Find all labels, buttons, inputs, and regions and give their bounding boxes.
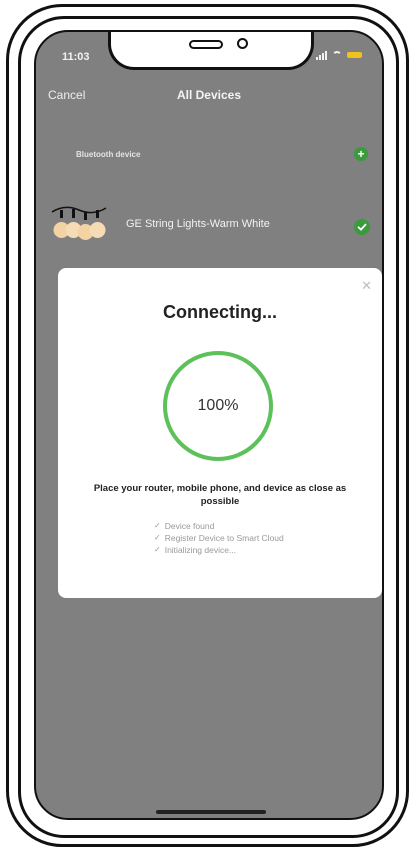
step-item: ✓ Device found — [154, 520, 284, 532]
step-label: Initializing device... — [164, 545, 237, 555]
phone-illustration: 11:03 Cancel All Devices Bluetooth devic… — [0, 0, 417, 853]
section-header: Bluetooth device — [76, 150, 141, 159]
device-list-item[interactable]: GE String Lights-Warm White — [36, 200, 382, 246]
dialog-title: Connecting... — [163, 302, 277, 322]
step-label: Device found — [164, 521, 215, 531]
checkmark-icon: ✓ — [154, 521, 161, 530]
check-icon — [354, 219, 370, 235]
progress-percentage: 100% — [197, 397, 239, 414]
notch — [108, 32, 314, 70]
camera-icon — [237, 38, 248, 49]
checkmark-icon: ✓ — [154, 545, 161, 554]
step-item: ✓ Initializing device... — [154, 544, 284, 556]
close-icon[interactable]: ✕ — [361, 278, 372, 294]
step-item: ✓ Register Device to Smart Cloud — [154, 532, 284, 544]
connecting-dialog: ✕ Connecting... 100% Place your router, … — [58, 268, 382, 598]
battery-icon — [347, 52, 362, 58]
add-icon[interactable]: + — [354, 147, 368, 161]
nav-bar: Cancel All Devices — [36, 88, 382, 112]
page-title: All Devices — [176, 88, 242, 102]
device-name: GE String Lights-Warm White — [126, 218, 270, 230]
string-lights-icon — [51, 206, 107, 240]
status-icons — [316, 50, 362, 60]
signal-icon — [316, 50, 327, 60]
status-time: 11:03 — [62, 51, 90, 63]
home-indicator — [156, 810, 266, 814]
connection-steps: ✓ Device found ✓ Register Device to Smart … — [154, 520, 284, 556]
speaker-icon — [189, 40, 223, 49]
placement-hint: Place your router, mobile phone, and dev… — [93, 483, 347, 507]
wifi-icon — [332, 51, 342, 59]
step-label: Register Device to Smart Cloud — [164, 533, 284, 543]
checkmark-icon: ✓ — [154, 533, 161, 542]
phone-screen: 11:03 Cancel All Devices Bluetooth devic… — [34, 30, 384, 820]
